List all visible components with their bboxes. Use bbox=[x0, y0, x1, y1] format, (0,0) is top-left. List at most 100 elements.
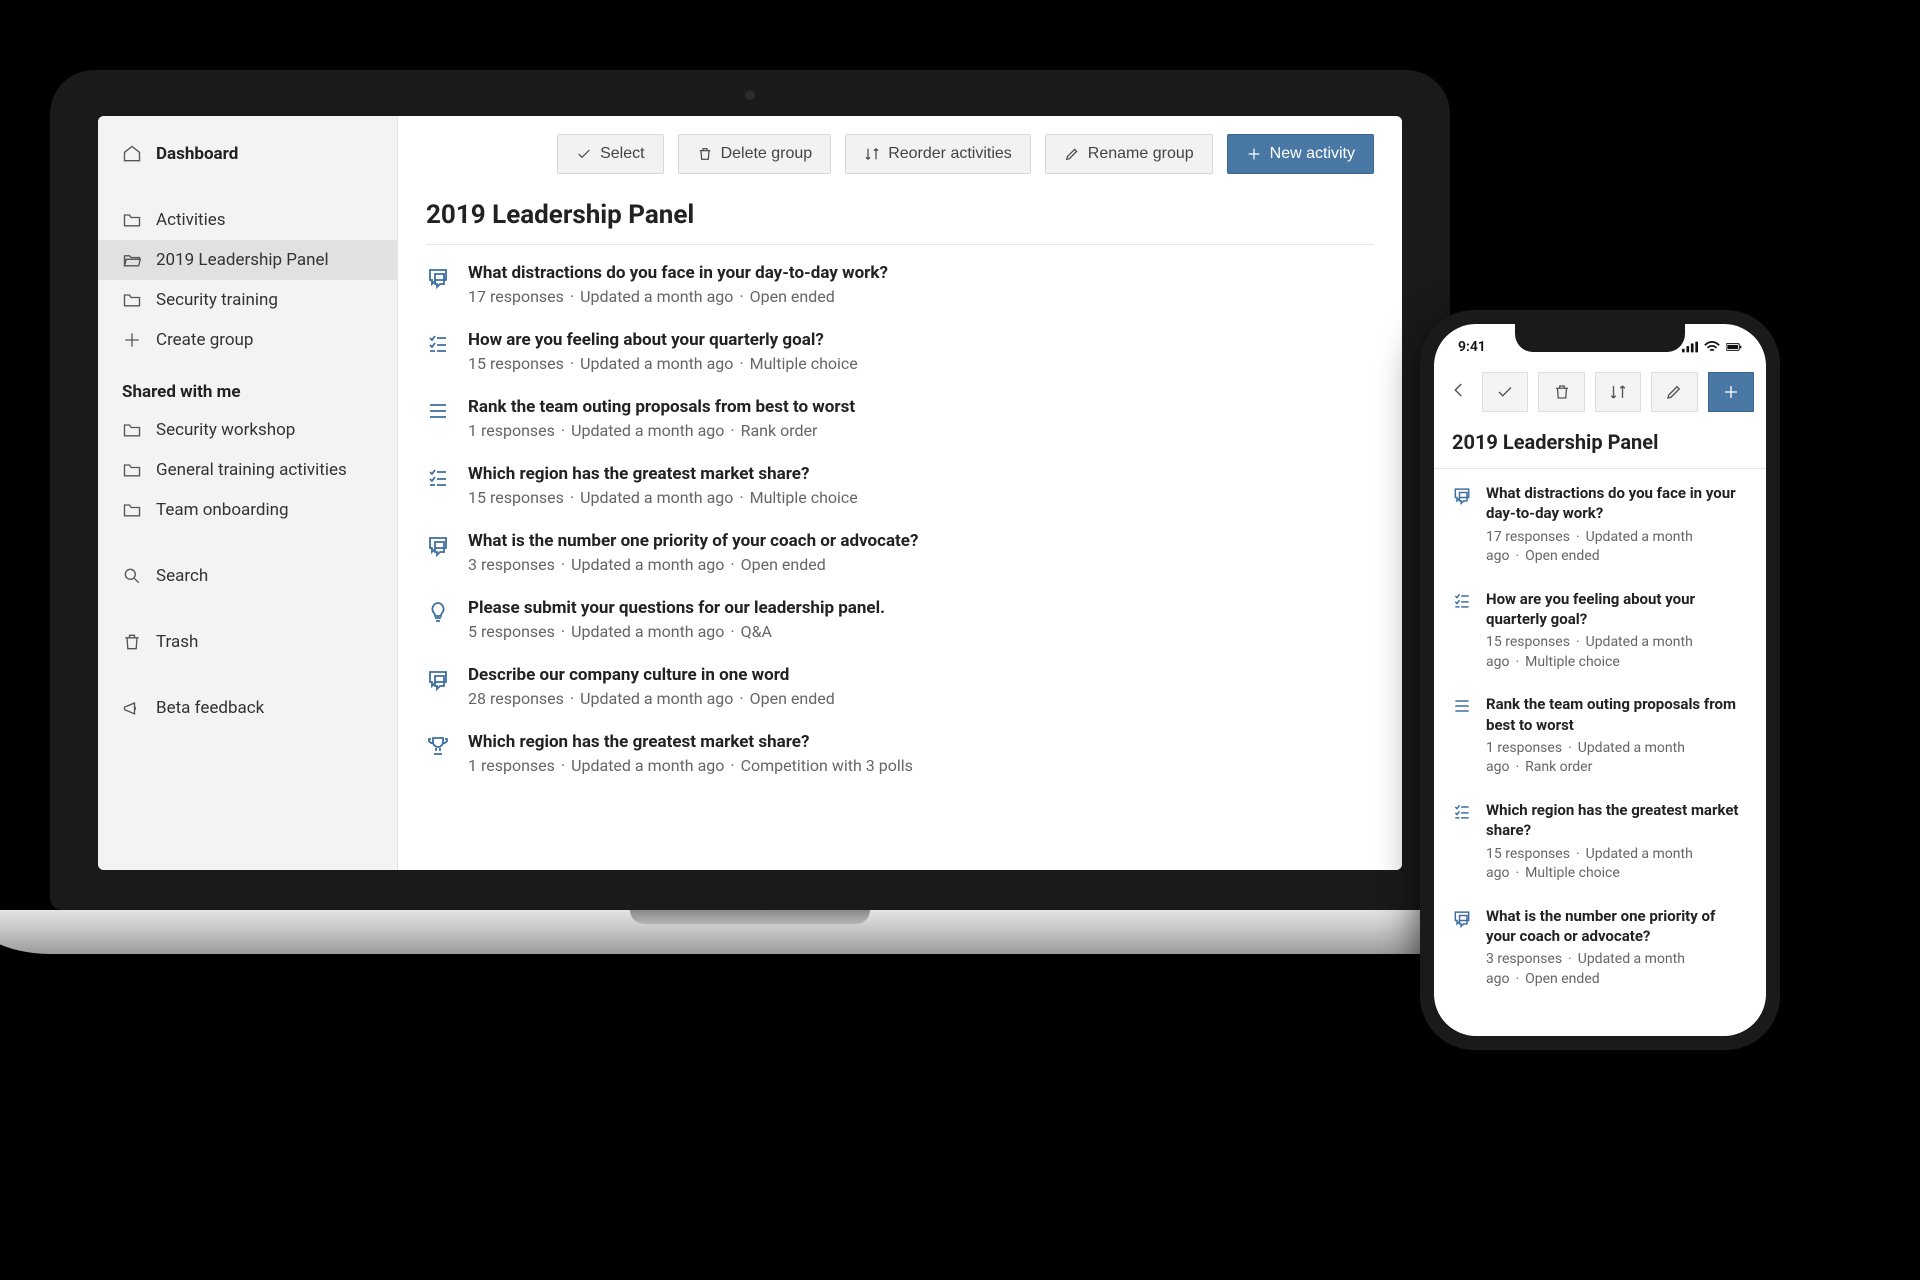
select-button[interactable]: Select bbox=[557, 134, 663, 174]
activity-type: Rank order bbox=[1525, 759, 1592, 775]
activity-title: Rank the team outing proposals from best… bbox=[468, 397, 855, 417]
phone-select-button[interactable] bbox=[1482, 372, 1528, 412]
sidebar-item-label: Create group bbox=[156, 330, 253, 350]
activity-responses: 28 responses bbox=[468, 689, 564, 708]
activity-row[interactable]: Rank the team outing proposals from best… bbox=[426, 397, 1374, 440]
trash-icon bbox=[1553, 383, 1571, 401]
bulb-icon bbox=[426, 600, 450, 624]
activity-updated: Updated a month ago bbox=[571, 421, 724, 440]
plus-icon bbox=[122, 330, 142, 350]
chat-icon bbox=[426, 265, 450, 289]
activity-row[interactable]: Which region has the greatest market sha… bbox=[426, 464, 1374, 507]
main-panel: Select Delete group Reorder activities R… bbox=[398, 116, 1402, 870]
activity-meta: 15 responses·Updated a month ago·Multipl… bbox=[1486, 633, 1748, 672]
phone-status-icons bbox=[1682, 341, 1742, 353]
phone-notch bbox=[1515, 324, 1685, 352]
activity-meta: 17 responses·Updated a month ago·Open en… bbox=[468, 287, 888, 306]
sidebar-dashboard[interactable]: Dashboard bbox=[98, 134, 397, 174]
phone-reorder-button[interactable] bbox=[1595, 372, 1641, 412]
activity-responses: 17 responses bbox=[468, 287, 564, 306]
activity-meta: 15 responses·Updated a month ago·Multipl… bbox=[468, 488, 858, 507]
activity-meta: 3 responses·Updated a month ago·Open end… bbox=[1486, 950, 1748, 989]
chat-icon bbox=[1452, 485, 1472, 505]
activity-body: What is the number one priority of your … bbox=[1486, 906, 1748, 990]
activity-row[interactable]: Describe our company culture in one word… bbox=[426, 665, 1374, 708]
activity-title: What is the number one priority of your … bbox=[468, 531, 918, 551]
sidebar-search[interactable]: Search bbox=[98, 556, 397, 596]
activity-meta: 17 responses·Updated a month ago·Open en… bbox=[1486, 528, 1748, 567]
mc-icon bbox=[1452, 802, 1472, 822]
plus-icon bbox=[1246, 146, 1262, 162]
reorder-icon bbox=[864, 146, 880, 162]
trash-icon bbox=[697, 146, 713, 162]
activity-type: Open ended bbox=[750, 689, 835, 708]
activity-row[interactable]: What is the number one priority of your … bbox=[426, 531, 1374, 574]
chat-icon bbox=[426, 533, 450, 557]
phone-activity-list: What distractions do you face in your da… bbox=[1434, 469, 1766, 1036]
app-mobile: 9:41 2019 Leadership Panel What distract… bbox=[1434, 324, 1766, 1036]
activity-body: Please submit your questions for our lea… bbox=[468, 598, 885, 641]
sidebar-item-activities[interactable]: Activities bbox=[98, 200, 397, 240]
phone-toolbar bbox=[1434, 362, 1766, 426]
phone-rename-button[interactable] bbox=[1651, 372, 1697, 412]
sidebar-item-label: Team onboarding bbox=[156, 500, 289, 520]
activity-type: Open ended bbox=[741, 555, 826, 574]
sidebar-shared-heading: Shared with me bbox=[98, 360, 397, 410]
activity-type: Competition with 3 polls bbox=[741, 756, 913, 775]
home-icon bbox=[122, 144, 142, 164]
sidebar-item-security-training[interactable]: Security training bbox=[98, 280, 397, 320]
phone-delete-button[interactable] bbox=[1538, 372, 1584, 412]
pencil-icon bbox=[1064, 146, 1080, 162]
activity-type: Open ended bbox=[1525, 548, 1600, 564]
sidebar: Dashboard Activities 2019 Leadership Pane… bbox=[98, 116, 398, 870]
activity-responses: 5 responses bbox=[468, 622, 555, 641]
phone-back-button[interactable] bbox=[1446, 380, 1472, 405]
activity-row[interactable]: How are you feeling about your quarterly… bbox=[1452, 589, 1748, 673]
activity-row[interactable]: Which region has the greatest market sha… bbox=[1452, 800, 1748, 884]
activity-type: Rank order bbox=[741, 421, 818, 440]
activity-updated: Updated a month ago bbox=[571, 555, 724, 574]
sidebar-item-label: Activities bbox=[156, 210, 226, 230]
reorder-activities-button[interactable]: Reorder activities bbox=[845, 134, 1031, 174]
sidebar-item-create-group[interactable]: Create group bbox=[98, 320, 397, 360]
sidebar-beta-feedback[interactable]: Beta feedback bbox=[98, 688, 397, 728]
mc-icon bbox=[426, 332, 450, 356]
laptop-camera bbox=[745, 90, 755, 100]
activity-title: Which region has the greatest market sha… bbox=[468, 732, 913, 752]
activity-row[interactable]: Rank the team outing proposals from best… bbox=[1452, 694, 1748, 778]
reorder-activities-label: Reorder activities bbox=[888, 145, 1012, 163]
activity-body: What is the number one priority of your … bbox=[468, 531, 918, 574]
activity-row[interactable]: Please submit your questions for our lea… bbox=[426, 598, 1374, 641]
sidebar-trash[interactable]: Trash bbox=[98, 622, 397, 662]
activity-body: What distractions do you face in your da… bbox=[468, 263, 888, 306]
sidebar-item-label: Security training bbox=[156, 290, 278, 310]
activity-responses: 15 responses bbox=[468, 354, 564, 373]
activity-row[interactable]: What distractions do you face in your da… bbox=[426, 263, 1374, 306]
search-icon bbox=[122, 566, 142, 586]
sidebar-item-2019-leadership-panel[interactable]: 2019 Leadership Panel bbox=[98, 240, 397, 280]
activity-updated: Updated a month ago bbox=[580, 287, 733, 306]
sidebar-shared-team-onboarding[interactable]: Team onboarding bbox=[98, 490, 397, 530]
trophy-icon bbox=[426, 734, 450, 758]
activity-row[interactable]: What distractions do you face in your da… bbox=[1452, 483, 1748, 567]
activity-row[interactable]: Which region has the greatest market sha… bbox=[426, 732, 1374, 775]
laptop-mockup: Dashboard Activities 2019 Leadership Pane… bbox=[50, 70, 1450, 954]
delete-group-button[interactable]: Delete group bbox=[678, 134, 832, 174]
activity-responses: 17 responses bbox=[1486, 529, 1570, 545]
activity-title: Describe our company culture in one word bbox=[468, 665, 835, 685]
activity-type: Multiple choice bbox=[750, 488, 858, 507]
activity-updated: Updated a month ago bbox=[580, 354, 733, 373]
activity-responses: 15 responses bbox=[1486, 634, 1570, 650]
new-activity-button[interactable]: New activity bbox=[1227, 134, 1374, 174]
phone-new-activity-button[interactable] bbox=[1708, 372, 1754, 412]
phone-mockup: 9:41 2019 Leadership Panel What distract… bbox=[1420, 310, 1780, 1050]
rename-group-button[interactable]: Rename group bbox=[1045, 134, 1213, 174]
sidebar-shared-security-workshop[interactable]: Security workshop bbox=[98, 410, 397, 450]
activity-row[interactable]: What is the number one priority of your … bbox=[1452, 906, 1748, 990]
sidebar-shared-general-training-activities[interactable]: General training activities bbox=[98, 450, 397, 490]
activity-row[interactable]: How are you feeling about your quarterly… bbox=[426, 330, 1374, 373]
activity-list: What distractions do you face in your da… bbox=[426, 263, 1374, 775]
activity-responses: 1 responses bbox=[468, 421, 555, 440]
activity-type: Open ended bbox=[1525, 971, 1600, 987]
activity-body: Rank the team outing proposals from best… bbox=[468, 397, 855, 440]
